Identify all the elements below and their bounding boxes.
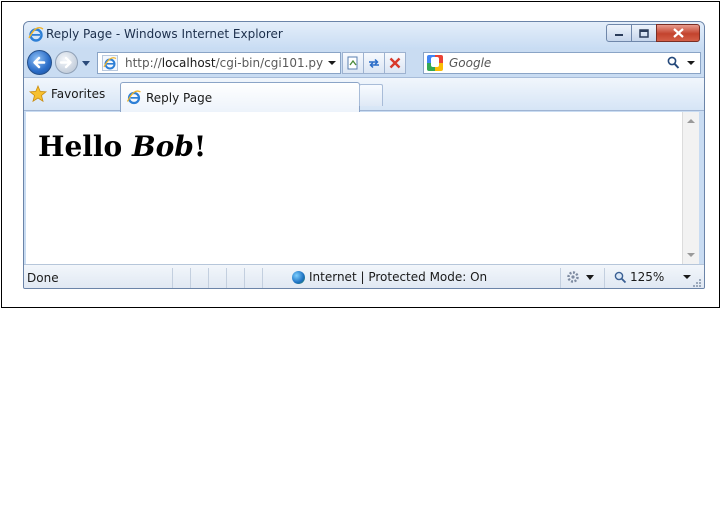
- status-divider: [208, 268, 209, 288]
- back-button[interactable]: [27, 50, 52, 75]
- address-bar[interactable]: http://localhost/cgi-bin/cgi101.py: [97, 52, 341, 74]
- greeting-name: Bob: [131, 130, 194, 163]
- title-bar: Reply Page - Windows Internet Explorer: [24, 22, 704, 49]
- new-tab-button[interactable]: [359, 84, 383, 106]
- favorites-button[interactable]: Favorites: [29, 83, 105, 105]
- tab-reply-page[interactable]: Reply Page: [120, 82, 360, 112]
- google-logo-icon: [427, 55, 443, 71]
- greeting-heading: Hello Bob!: [38, 130, 207, 163]
- restore-button[interactable]: [631, 24, 657, 42]
- settings-gear-icon: [567, 271, 594, 283]
- popup-blocker-button[interactable]: [566, 270, 596, 287]
- page-ie-icon: [102, 55, 118, 71]
- navigation-bar: http://localhost/cgi-bin/cgi101.py Googl…: [24, 49, 704, 77]
- zoom-dropdown-icon[interactable]: [682, 272, 692, 282]
- compatibility-view-icon: [347, 56, 358, 70]
- internet-globe-icon: [292, 270, 305, 284]
- status-divider: [604, 268, 605, 288]
- vertical-scrollbar[interactable]: [682, 112, 699, 264]
- resize-grip-icon[interactable]: [692, 278, 702, 288]
- zone-text: Internet | Protected Mode: On: [309, 270, 488, 284]
- status-divider: [190, 268, 191, 288]
- ie-logo-icon: [28, 26, 44, 42]
- minimize-icon: [615, 34, 623, 36]
- address-host: localhost: [161, 56, 216, 70]
- recent-pages-dropdown-icon[interactable]: [81, 57, 91, 69]
- address-dropdown-icon[interactable]: [327, 58, 337, 68]
- scroll-down-icon[interactable]: [687, 252, 695, 258]
- window-title: Reply Page - Windows Internet Explorer: [46, 27, 283, 41]
- status-divider: [244, 268, 245, 288]
- favorites-bar: Favorites Reply Page: [24, 77, 704, 112]
- forward-arrow-icon: [59, 56, 72, 69]
- refresh-button[interactable]: [363, 52, 385, 74]
- stop-icon: [389, 57, 401, 69]
- page-content: Hello Bob!: [26, 112, 686, 264]
- status-divider: [226, 268, 227, 288]
- tab-label: Reply Page: [146, 91, 213, 105]
- stop-button[interactable]: [384, 52, 406, 74]
- close-icon: [672, 28, 684, 38]
- forward-button[interactable]: [55, 51, 78, 74]
- minimize-button[interactable]: [606, 24, 632, 42]
- status-bar: Done Internet | Protected Mode: On 125%: [24, 264, 704, 288]
- compatibility-view-button[interactable]: [342, 52, 364, 74]
- status-divider: [172, 268, 173, 288]
- address-text[interactable]: http://localhost/cgi-bin/cgi101.py: [125, 56, 323, 70]
- security-zone[interactable]: Internet | Protected Mode: On: [292, 270, 487, 284]
- restore-icon: [639, 28, 649, 38]
- back-arrow-icon: [33, 56, 46, 69]
- status-divider: [560, 268, 561, 288]
- navigation-tools: [342, 52, 406, 74]
- favorites-label: Favorites: [51, 87, 106, 101]
- zoom-level: 125%: [630, 270, 665, 284]
- favorites-star-icon: [29, 85, 47, 103]
- window-controls: [606, 24, 700, 43]
- tab-ie-icon: [126, 90, 141, 105]
- close-button[interactable]: [656, 24, 700, 42]
- zoom-control[interactable]: 125%: [614, 270, 692, 284]
- search-icon[interactable]: [667, 56, 680, 70]
- search-input[interactable]: Google: [449, 56, 491, 70]
- zoom-magnifier-icon: [614, 271, 627, 283]
- scroll-up-icon[interactable]: [687, 118, 695, 124]
- refresh-icon: [369, 58, 379, 69]
- status-text: Done: [27, 271, 59, 285]
- search-options-dropdown-icon[interactable]: [686, 58, 696, 68]
- browser-window: Reply Page - Windows Internet Explorer h…: [23, 21, 705, 289]
- status-divider: [262, 268, 263, 288]
- search-box[interactable]: Google: [423, 52, 701, 74]
- figure-frame: Reply Page - Windows Internet Explorer h…: [1, 1, 720, 308]
